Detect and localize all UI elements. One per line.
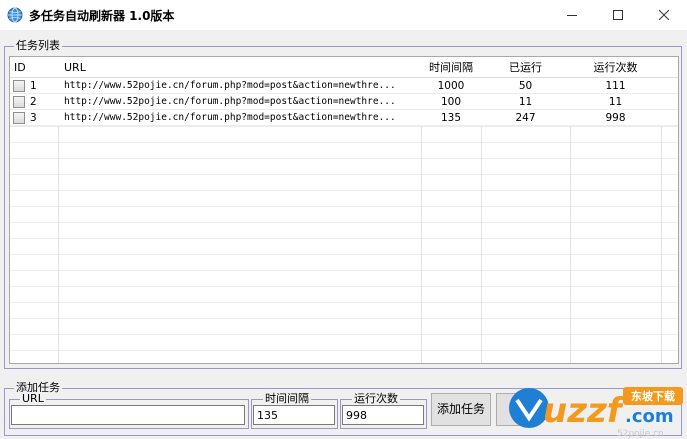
minimize-button[interactable] xyxy=(549,0,595,30)
row-count: 11 xyxy=(608,96,623,108)
title-bar: 多任务自动刷新器 1.0版本 xyxy=(0,0,687,30)
maximize-icon xyxy=(613,10,623,20)
row-ran: 50 xyxy=(518,80,533,92)
row-count: 111 xyxy=(605,80,626,92)
add-task-button[interactable]: 添加任务 xyxy=(431,393,491,426)
task-grid[interactable]: ID URL 时间间隔 已运行 运行次数 1 http://www.52poji… xyxy=(9,56,679,364)
window-title: 多任务自动刷新器 1.0版本 xyxy=(29,9,175,23)
uzzf-watermark-logo: uzzf 东坡下载 .com 52pojie.cn xyxy=(507,378,687,439)
close-button[interactable] xyxy=(641,0,687,30)
row-checkbox[interactable] xyxy=(13,96,25,108)
row-id: 2 xyxy=(30,96,37,108)
interval-input[interactable] xyxy=(253,405,335,425)
table-row[interactable]: 3 http://www.52pojie.cn/forum.php?mod=po… xyxy=(10,110,678,126)
column-header-interval[interactable]: 时间间隔 xyxy=(421,57,481,78)
maximize-button[interactable] xyxy=(595,0,641,30)
row-count: 998 xyxy=(605,112,626,124)
row-interval: 1000 xyxy=(437,80,465,92)
row-ran: 247 xyxy=(515,112,536,124)
row-ran: 11 xyxy=(518,96,533,108)
url-input[interactable] xyxy=(11,405,245,425)
logo-brand: uzzf xyxy=(543,391,626,431)
logo-tag: 东坡下载 xyxy=(631,389,675,403)
interval-label: 时间间隔 xyxy=(263,392,311,405)
column-header-id[interactable]: ID xyxy=(14,57,26,78)
url-label: URL xyxy=(20,392,46,405)
row-id: 1 xyxy=(30,80,37,92)
table-row[interactable]: 2 http://www.52pojie.cn/forum.php?mod=po… xyxy=(10,94,678,110)
table-row[interactable]: 1 http://www.52pojie.cn/forum.php?mod=po… xyxy=(10,78,678,94)
row-checkbox[interactable] xyxy=(13,80,25,92)
row-id: 3 xyxy=(30,112,37,124)
row-interval: 135 xyxy=(440,112,462,124)
count-input[interactable] xyxy=(342,405,424,425)
row-url: http://www.52pojie.cn/forum.php?mod=post… xyxy=(64,96,396,107)
column-header-url[interactable]: URL xyxy=(64,57,86,78)
close-icon xyxy=(659,10,669,20)
column-header-ran[interactable]: 已运行 xyxy=(481,57,570,78)
row-checkbox[interactable] xyxy=(13,112,25,124)
count-label: 运行次数 xyxy=(352,392,400,405)
row-url: http://www.52pojie.cn/forum.php?mod=post… xyxy=(64,112,396,123)
app-globe-icon xyxy=(7,7,23,23)
row-interval: 100 xyxy=(440,96,462,108)
minimize-icon xyxy=(567,15,577,16)
uzzf-logo-icon: uzzf 东坡下载 .com 52pojie.cn xyxy=(509,387,683,439)
column-header-count[interactable]: 运行次数 xyxy=(570,57,661,78)
logo-suffix: .com xyxy=(625,406,674,427)
task-list-label: 任务列表 xyxy=(14,39,62,52)
row-url: http://www.52pojie.cn/forum.php?mod=post… xyxy=(64,80,396,91)
grid-header: ID URL 时间间隔 已运行 运行次数 xyxy=(10,57,678,78)
logo-sub: 52pojie.cn xyxy=(617,429,664,439)
